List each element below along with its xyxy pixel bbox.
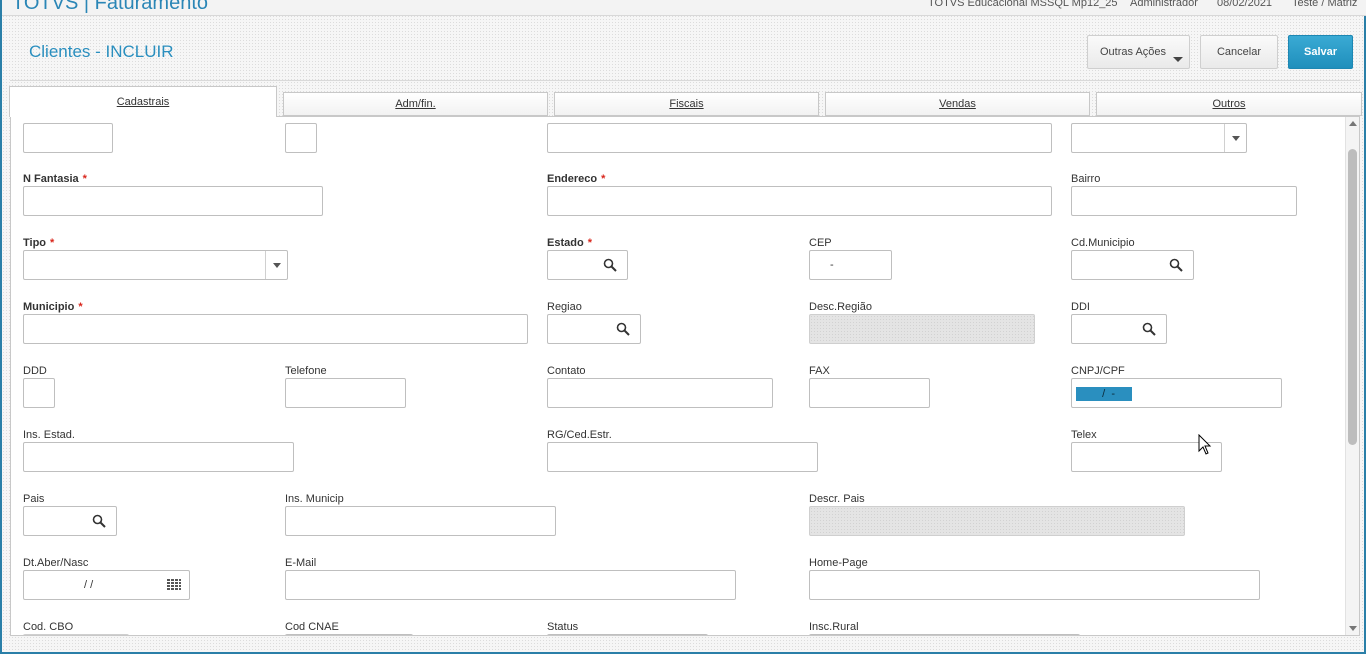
form-panel: N Fantasia * Endereco * Bairro Tipo * Estad… — [10, 116, 1360, 636]
other-actions-label: Outras Ações — [1100, 46, 1167, 58]
ddi-input[interactable] — [1071, 314, 1167, 344]
chevron-down-icon[interactable] — [685, 635, 707, 636]
other-actions-button[interactable]: Outras Ações — [1087, 35, 1190, 69]
telefone-input[interactable] — [285, 378, 406, 408]
desc-regiao-field — [809, 314, 1035, 344]
dt-aber-input[interactable]: / / — [23, 570, 190, 600]
estado-label: Estado * — [547, 237, 592, 249]
regiao-input[interactable] — [547, 314, 641, 344]
endereco-input[interactable] — [547, 186, 1052, 216]
tipo-label: Tipo * — [23, 237, 55, 249]
dt-aber-value: / / — [84, 579, 94, 591]
n-fantasia-label: N Fantasia * — [23, 173, 87, 185]
scroll-thumb[interactable] — [1348, 149, 1357, 445]
top-field-2[interactable] — [285, 123, 317, 153]
telex-label: Telex — [1071, 429, 1097, 441]
ddd-input[interactable] — [23, 378, 55, 408]
home-page-label: Home-Page — [809, 557, 868, 569]
insc-rural-input[interactable] — [809, 634, 1080, 635]
cnpj-cpf-label: CNPJ/CPF — [1071, 365, 1125, 377]
date-label: 08/02/2021 — [1217, 0, 1273, 9]
n-fantasia-input[interactable] — [23, 186, 323, 216]
search-icon[interactable] — [1169, 258, 1183, 272]
header-divider — [10, 80, 1360, 81]
municipio-label: Municipio * — [23, 301, 83, 313]
telefone-label: Telefone — [285, 365, 327, 377]
environment-label: TOTVS Educacional MSSQL Mp12_25 — [928, 0, 1118, 9]
desc-regiao-label: Desc.Região — [809, 301, 872, 313]
descr-pais-field — [809, 506, 1185, 536]
estado-input[interactable] — [547, 250, 628, 280]
scroll-up-icon[interactable] — [1349, 121, 1357, 126]
home-page-input[interactable] — [809, 570, 1260, 600]
cep-input[interactable]: - — [809, 250, 892, 280]
ins-municip-label: Ins. Municip — [285, 493, 344, 505]
save-button[interactable]: Salvar — [1288, 35, 1353, 69]
ins-estad-input[interactable] — [23, 442, 294, 472]
search-icon[interactable] — [1142, 322, 1156, 336]
status-label: Status — [547, 621, 579, 633]
tab-fiscais[interactable]: Fiscais — [554, 92, 819, 116]
search-icon[interactable] — [616, 322, 630, 336]
email-label: E-Mail — [285, 557, 317, 569]
dt-aber-label: Dt.Aber/Nasc — [23, 557, 89, 569]
cancel-button[interactable]: Cancelar — [1200, 35, 1278, 69]
branch-label: Teste / Matriz — [1292, 0, 1358, 9]
chevron-down-icon[interactable] — [265, 251, 287, 279]
top-field-1[interactable] — [23, 123, 113, 153]
bairro-label: Bairro — [1071, 173, 1101, 185]
cd-municipio-input[interactable] — [1071, 250, 1194, 280]
municipio-input[interactable] — [23, 314, 528, 344]
tipo-select[interactable] — [23, 250, 288, 280]
cod-cnae-input[interactable] — [285, 634, 413, 635]
ddd-label: DDD — [23, 365, 47, 377]
user-label: Administrador — [1130, 0, 1198, 9]
tab-adm-fin[interactable]: Adm/fin. — [283, 92, 548, 116]
tab-cadastrais[interactable]: Cadastrais — [9, 86, 277, 117]
pais-input[interactable] — [23, 506, 117, 536]
cep-value: - — [830, 259, 834, 271]
cep-label: CEP — [809, 237, 832, 249]
calendar-icon[interactable] — [167, 579, 181, 591]
chevron-down-icon — [1173, 57, 1183, 62]
rg-ced-label: RG/Ced.Estr. — [547, 429, 612, 441]
descr-pais-label: Descr. Pais — [809, 493, 865, 505]
vertical-scrollbar[interactable] — [1345, 117, 1359, 635]
mouse-cursor-icon — [1198, 434, 1212, 455]
pais-label: Pais — [23, 493, 45, 505]
fax-input[interactable] — [809, 378, 930, 408]
scroll-down-icon[interactable] — [1349, 626, 1357, 631]
cd-municipio-label: Cd.Municipio — [1071, 237, 1135, 249]
tab-outros[interactable]: Outros — [1096, 92, 1362, 116]
top-field-3[interactable] — [547, 123, 1052, 153]
search-icon[interactable] — [603, 258, 617, 272]
top-select[interactable] — [1071, 123, 1247, 153]
fax-label: FAX — [809, 365, 830, 377]
endereco-label: Endereco * — [547, 173, 606, 185]
regiao-label: Regiao — [547, 301, 582, 313]
ins-municip-input[interactable] — [285, 506, 556, 536]
email-input[interactable] — [285, 570, 736, 600]
cod-cbo-label: Cod. CBO — [23, 621, 74, 633]
app-title: TOTVS | Faturamento — [12, 0, 209, 14]
tab-vendas[interactable]: Vendas — [825, 92, 1090, 116]
rg-ced-input[interactable] — [547, 442, 818, 472]
contato-label: Contato — [547, 365, 586, 377]
chevron-down-icon[interactable] — [1224, 124, 1246, 152]
cod-cnae-label: Cod CNAE — [285, 621, 339, 633]
cod-cbo-field — [23, 634, 129, 635]
ddi-label: DDI — [1071, 301, 1090, 313]
top-bar: TOTVS | Faturamento TOTVS Educacional MS… — [2, 0, 1366, 16]
insc-rural-label: Insc.Rural — [809, 621, 859, 633]
cnpj-cpf-value: / - — [1076, 387, 1132, 401]
contato-input[interactable] — [547, 378, 773, 408]
cnpj-cpf-input[interactable]: / - — [1071, 378, 1282, 408]
ins-estad-label: Ins. Estad. — [23, 429, 75, 441]
page-title: Clientes - INCLUIR — [29, 42, 174, 61]
search-icon[interactable] — [92, 514, 106, 528]
status-select[interactable] — [547, 634, 708, 636]
bairro-input[interactable] — [1071, 186, 1297, 216]
app-window: TOTVS | Faturamento TOTVS Educacional MS… — [0, 0, 1366, 654]
